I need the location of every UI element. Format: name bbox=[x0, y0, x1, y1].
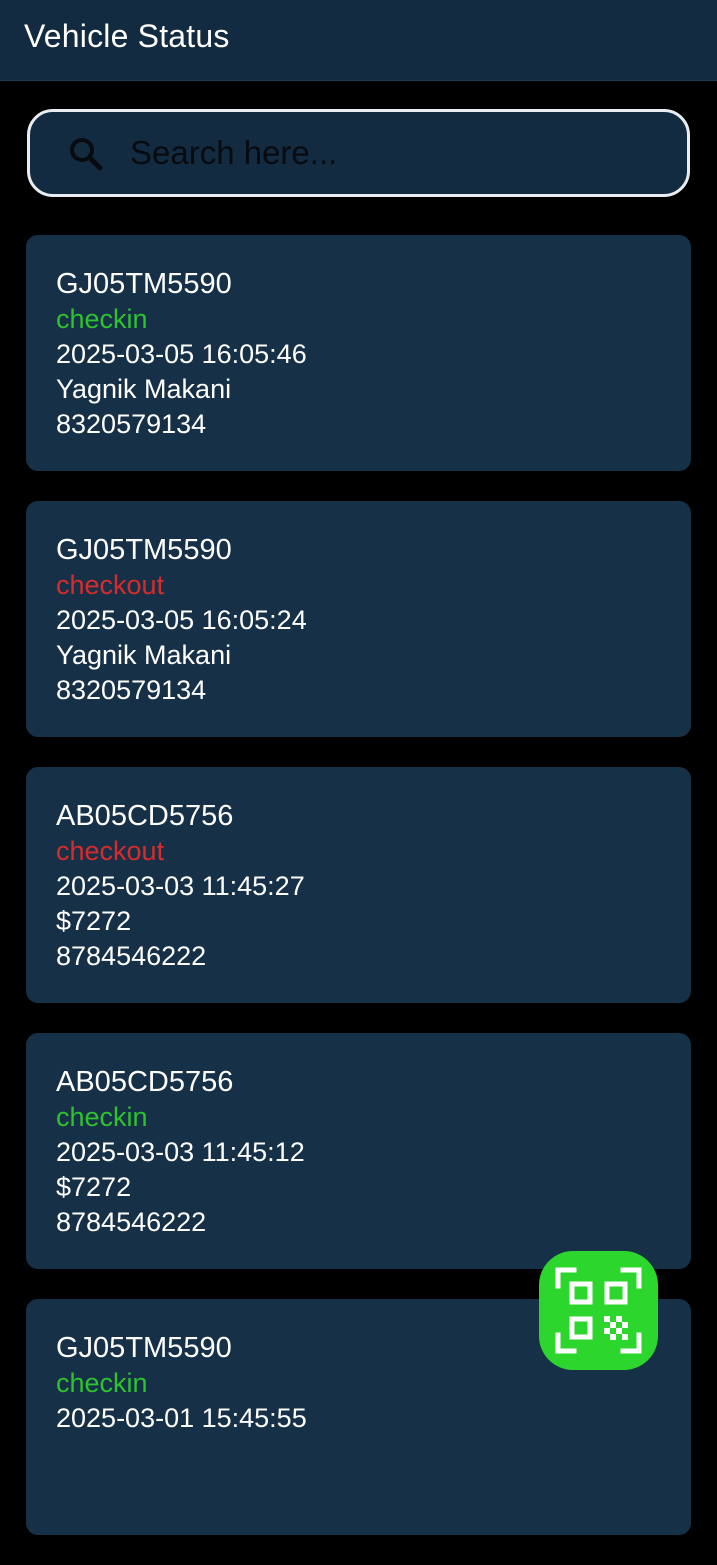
scan-qr-button[interactable] bbox=[539, 1251, 658, 1370]
phone-number: 8784546222 bbox=[56, 1207, 207, 1237]
phone-number: 8320579134 bbox=[56, 675, 207, 705]
timestamp: 2025-03-03 11:45:12 bbox=[56, 1137, 305, 1167]
phone-number: 8784546222 bbox=[56, 941, 207, 971]
search-input[interactable] bbox=[130, 130, 650, 176]
record-detail: Yagnik Makani bbox=[56, 640, 232, 670]
vehicle-record-card[interactable]: AB05CD5756 checkin 2025-03-03 11:45:12 $… bbox=[26, 1033, 691, 1269]
page-title: Vehicle Status bbox=[24, 18, 230, 54]
vehicle-plate: GJ05TM5590 bbox=[56, 268, 232, 300]
vehicle-plate: AB05CD5756 bbox=[56, 800, 234, 832]
status-label: checkout bbox=[56, 836, 165, 866]
status-label: checkin bbox=[56, 1368, 148, 1398]
record-detail: $7272 bbox=[56, 906, 132, 936]
timestamp: 2025-03-01 15:45:55 bbox=[56, 1403, 307, 1433]
record-detail: $7272 bbox=[56, 1172, 132, 1202]
status-label: checkin bbox=[56, 304, 148, 334]
record-detail: Yagnik Makani bbox=[56, 374, 232, 404]
vehicle-record-card[interactable]: GJ05TM5590 checkout 2025-03-05 16:05:24 … bbox=[26, 501, 691, 737]
search-icon bbox=[70, 138, 103, 171]
timestamp: 2025-03-03 11:45:27 bbox=[56, 871, 305, 901]
vehicle-plate: GJ05TM5590 bbox=[56, 534, 232, 566]
vehicle-plate: AB05CD5756 bbox=[56, 1066, 234, 1098]
vehicle-record-card[interactable]: AB05CD5756 checkout 2025-03-03 11:45:27 … bbox=[26, 767, 691, 1003]
timestamp: 2025-03-05 16:05:46 bbox=[56, 339, 307, 369]
phone-number: 8320579134 bbox=[56, 409, 207, 439]
search-bar[interactable] bbox=[27, 109, 690, 197]
vehicle-record-card[interactable]: GJ05TM5590 checkin 2025-03-05 16:05:46 Y… bbox=[26, 235, 691, 471]
app-bar: Vehicle Status bbox=[0, 0, 717, 81]
timestamp: 2025-03-05 16:05:24 bbox=[56, 605, 307, 635]
qr-scan-icon bbox=[555, 1267, 642, 1354]
status-label: checkout bbox=[56, 570, 165, 600]
status-label: checkin bbox=[56, 1102, 148, 1132]
